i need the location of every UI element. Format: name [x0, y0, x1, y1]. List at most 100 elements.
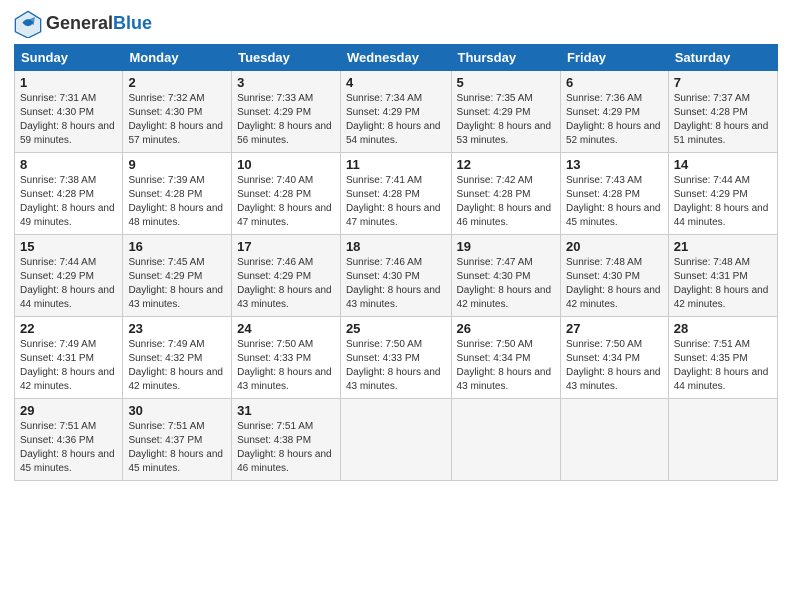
- sunset-label: Sunset: 4:29 PM: [237, 271, 311, 282]
- daylight-label: Daylight: 8 hours and 44 minutes.: [20, 285, 115, 310]
- logo: GeneralBlue: [14, 10, 152, 38]
- sunset-label: Sunset: 4:38 PM: [237, 435, 311, 446]
- day-info: Sunrise: 7:47 AM Sunset: 4:30 PM Dayligh…: [457, 256, 555, 312]
- day-info: Sunrise: 7:45 AM Sunset: 4:29 PM Dayligh…: [128, 256, 226, 312]
- daylight-label: Daylight: 8 hours and 44 minutes.: [674, 367, 769, 392]
- daylight-label: Daylight: 8 hours and 51 minutes.: [674, 121, 769, 146]
- day-info: Sunrise: 7:48 AM Sunset: 4:31 PM Dayligh…: [674, 256, 772, 312]
- day-number: 8: [20, 157, 117, 172]
- day-info: Sunrise: 7:50 AM Sunset: 4:33 PM Dayligh…: [346, 338, 446, 394]
- calendar-week-4: 29 Sunrise: 7:51 AM Sunset: 4:36 PM Dayl…: [15, 399, 778, 481]
- sunrise-label: Sunrise: 7:46 AM: [346, 257, 422, 268]
- day-number: 3: [237, 75, 335, 90]
- daylight-label: Daylight: 8 hours and 42 minutes.: [674, 285, 769, 310]
- sunrise-label: Sunrise: 7:45 AM: [128, 257, 204, 268]
- day-number: 6: [566, 75, 663, 90]
- calendar-week-3: 22 Sunrise: 7:49 AM Sunset: 4:31 PM Dayl…: [15, 317, 778, 399]
- day-info: Sunrise: 7:31 AM Sunset: 4:30 PM Dayligh…: [20, 92, 117, 148]
- calendar-cell: 8 Sunrise: 7:38 AM Sunset: 4:28 PM Dayli…: [15, 153, 123, 235]
- calendar-cell: 14 Sunrise: 7:44 AM Sunset: 4:29 PM Dayl…: [668, 153, 777, 235]
- sunrise-label: Sunrise: 7:48 AM: [566, 257, 642, 268]
- sunset-label: Sunset: 4:29 PM: [346, 107, 420, 118]
- day-number: 15: [20, 239, 117, 254]
- day-number: 13: [566, 157, 663, 172]
- sunrise-label: Sunrise: 7:44 AM: [674, 175, 750, 186]
- calendar-cell: [668, 399, 777, 481]
- daylight-label: Daylight: 8 hours and 43 minutes.: [237, 285, 332, 310]
- sunrise-label: Sunrise: 7:50 AM: [346, 339, 422, 350]
- day-info: Sunrise: 7:40 AM Sunset: 4:28 PM Dayligh…: [237, 174, 335, 230]
- sunrise-label: Sunrise: 7:48 AM: [674, 257, 750, 268]
- calendar-cell: 1 Sunrise: 7:31 AM Sunset: 4:30 PM Dayli…: [15, 71, 123, 153]
- sunrise-label: Sunrise: 7:41 AM: [346, 175, 422, 186]
- daylight-label: Daylight: 8 hours and 43 minutes.: [346, 285, 441, 310]
- sunset-label: Sunset: 4:34 PM: [457, 353, 531, 364]
- day-number: 26: [457, 321, 555, 336]
- calendar-cell: 9 Sunrise: 7:39 AM Sunset: 4:28 PM Dayli…: [123, 153, 232, 235]
- sunset-label: Sunset: 4:30 PM: [566, 271, 640, 282]
- calendar-body: 1 Sunrise: 7:31 AM Sunset: 4:30 PM Dayli…: [15, 71, 778, 481]
- day-number: 30: [128, 403, 226, 418]
- sunset-label: Sunset: 4:33 PM: [237, 353, 311, 364]
- day-number: 12: [457, 157, 555, 172]
- day-info: Sunrise: 7:51 AM Sunset: 4:37 PM Dayligh…: [128, 420, 226, 476]
- daylight-label: Daylight: 8 hours and 57 minutes.: [128, 121, 223, 146]
- col-saturday: Saturday: [668, 45, 777, 71]
- day-number: 16: [128, 239, 226, 254]
- sunrise-label: Sunrise: 7:36 AM: [566, 93, 642, 104]
- sunset-label: Sunset: 4:28 PM: [237, 189, 311, 200]
- sunrise-label: Sunrise: 7:43 AM: [566, 175, 642, 186]
- day-info: Sunrise: 7:41 AM Sunset: 4:28 PM Dayligh…: [346, 174, 446, 230]
- logo-text: GeneralBlue: [46, 14, 152, 34]
- sunrise-label: Sunrise: 7:42 AM: [457, 175, 533, 186]
- daylight-label: Daylight: 8 hours and 53 minutes.: [457, 121, 552, 146]
- sunset-label: Sunset: 4:31 PM: [20, 353, 94, 364]
- sunset-label: Sunset: 4:29 PM: [674, 189, 748, 200]
- sunrise-label: Sunrise: 7:51 AM: [237, 421, 313, 432]
- day-info: Sunrise: 7:33 AM Sunset: 4:29 PM Dayligh…: [237, 92, 335, 148]
- sunrise-label: Sunrise: 7:40 AM: [237, 175, 313, 186]
- day-number: 4: [346, 75, 446, 90]
- calendar-cell: 31 Sunrise: 7:51 AM Sunset: 4:38 PM Dayl…: [232, 399, 341, 481]
- calendar-cell: 19 Sunrise: 7:47 AM Sunset: 4:30 PM Dayl…: [451, 235, 560, 317]
- sunset-label: Sunset: 4:29 PM: [20, 271, 94, 282]
- sunset-label: Sunset: 4:29 PM: [566, 107, 640, 118]
- sunrise-label: Sunrise: 7:50 AM: [457, 339, 533, 350]
- calendar-week-1: 8 Sunrise: 7:38 AM Sunset: 4:28 PM Dayli…: [15, 153, 778, 235]
- day-info: Sunrise: 7:50 AM Sunset: 4:34 PM Dayligh…: [457, 338, 555, 394]
- sunrise-label: Sunrise: 7:50 AM: [237, 339, 313, 350]
- sunrise-label: Sunrise: 7:33 AM: [237, 93, 313, 104]
- day-number: 7: [674, 75, 772, 90]
- day-number: 5: [457, 75, 555, 90]
- daylight-label: Daylight: 8 hours and 43 minutes.: [457, 367, 552, 392]
- daylight-label: Daylight: 8 hours and 43 minutes.: [237, 367, 332, 392]
- daylight-label: Daylight: 8 hours and 43 minutes.: [566, 367, 661, 392]
- calendar-cell: 20 Sunrise: 7:48 AM Sunset: 4:30 PM Dayl…: [560, 235, 668, 317]
- calendar-cell: 23 Sunrise: 7:49 AM Sunset: 4:32 PM Dayl…: [123, 317, 232, 399]
- sunset-label: Sunset: 4:28 PM: [457, 189, 531, 200]
- day-info: Sunrise: 7:49 AM Sunset: 4:32 PM Dayligh…: [128, 338, 226, 394]
- sunset-label: Sunset: 4:30 PM: [128, 107, 202, 118]
- sunrise-label: Sunrise: 7:31 AM: [20, 93, 96, 104]
- day-number: 1: [20, 75, 117, 90]
- day-info: Sunrise: 7:34 AM Sunset: 4:29 PM Dayligh…: [346, 92, 446, 148]
- calendar-cell: 11 Sunrise: 7:41 AM Sunset: 4:28 PM Dayl…: [340, 153, 451, 235]
- day-number: 9: [128, 157, 226, 172]
- col-sunday: Sunday: [15, 45, 123, 71]
- day-number: 17: [237, 239, 335, 254]
- header: GeneralBlue: [14, 10, 778, 38]
- sunrise-label: Sunrise: 7:32 AM: [128, 93, 204, 104]
- calendar-cell: 5 Sunrise: 7:35 AM Sunset: 4:29 PM Dayli…: [451, 71, 560, 153]
- daylight-label: Daylight: 8 hours and 45 minutes.: [128, 449, 223, 474]
- page: GeneralBlue Sunday Monday Tuesday Wednes…: [0, 0, 792, 612]
- day-number: 19: [457, 239, 555, 254]
- sunset-label: Sunset: 4:32 PM: [128, 353, 202, 364]
- col-wednesday: Wednesday: [340, 45, 451, 71]
- calendar-cell: 25 Sunrise: 7:50 AM Sunset: 4:33 PM Dayl…: [340, 317, 451, 399]
- sunset-label: Sunset: 4:28 PM: [128, 189, 202, 200]
- calendar-cell: 28 Sunrise: 7:51 AM Sunset: 4:35 PM Dayl…: [668, 317, 777, 399]
- calendar-cell: [340, 399, 451, 481]
- calendar-table: Sunday Monday Tuesday Wednesday Thursday…: [14, 44, 778, 481]
- sunrise-label: Sunrise: 7:49 AM: [20, 339, 96, 350]
- day-number: 24: [237, 321, 335, 336]
